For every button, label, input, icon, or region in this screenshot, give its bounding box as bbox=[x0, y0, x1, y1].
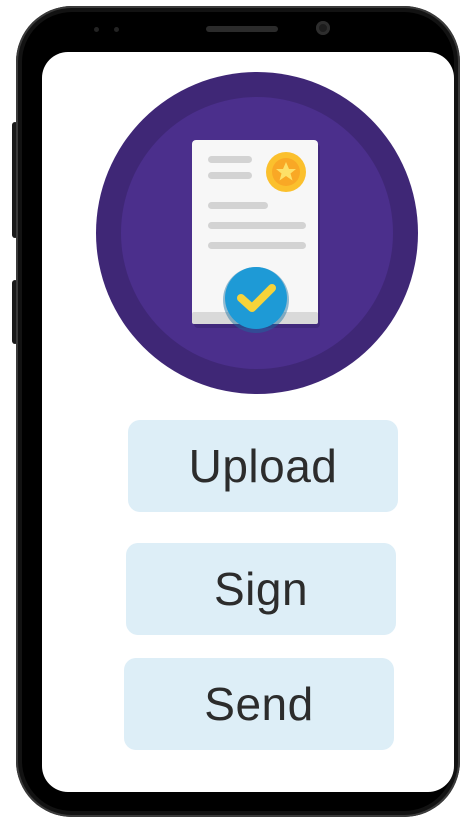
front-camera-icon bbox=[316, 21, 330, 35]
earpiece-speaker bbox=[206, 26, 278, 32]
certified-document-icon bbox=[96, 72, 418, 394]
checkmark-icon bbox=[223, 267, 289, 333]
certified-document-illustration bbox=[96, 72, 418, 394]
send-button-label: Send bbox=[204, 678, 314, 730]
proximity-sensor-icon bbox=[94, 27, 99, 32]
phone-screen: Upload Sign Send bbox=[42, 52, 454, 792]
sign-button[interactable]: Sign bbox=[126, 543, 396, 635]
stage: Upload Sign Send bbox=[0, 0, 462, 821]
phone-frame: Upload Sign Send bbox=[16, 6, 460, 817]
upload-button-label: Upload bbox=[188, 440, 338, 492]
seal-star-icon bbox=[266, 152, 306, 192]
send-button[interactable]: Send bbox=[124, 658, 394, 750]
sign-button-label: Sign bbox=[213, 563, 309, 615]
light-sensor-icon bbox=[114, 27, 119, 32]
upload-button[interactable]: Upload bbox=[128, 420, 398, 512]
